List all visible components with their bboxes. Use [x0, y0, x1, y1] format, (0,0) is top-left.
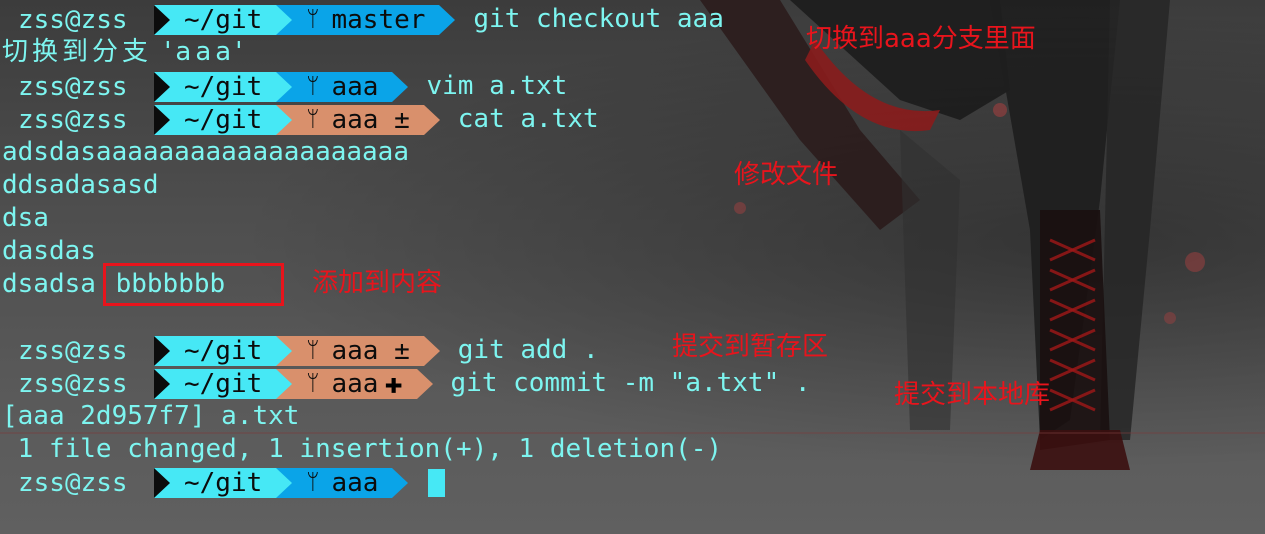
file-text: dsadsa [2, 269, 112, 299]
prompt-directory: ~/git [154, 368, 277, 399]
prompt-directory: ~/git [154, 71, 277, 102]
command-text: git checkout aaa [473, 4, 724, 34]
prompt-tail [423, 104, 440, 135]
prompt-line: zss@zss ~/git ᛘ aaa vim a.txt [2, 70, 567, 103]
file-text: ddsadasasd [2, 170, 159, 200]
prompt-user: zss@zss [18, 467, 128, 498]
prompt-line: zss@zss ~/git ᛘ aaa ✚ git commit -m "a.txt… [2, 367, 811, 400]
prompt-tail [392, 71, 409, 102]
command-text: git add . [457, 335, 599, 365]
annotation-switch-branch: 切换到aaa分支里面 [806, 24, 1036, 54]
prompt-user: zss@zss [18, 71, 128, 102]
prompt-user: zss@zss [18, 4, 128, 35]
git-branch-icon: ᛘ [306, 337, 320, 363]
added-content-highlight-box [103, 263, 284, 306]
command-text: vim a.txt [426, 71, 568, 101]
prompt-line: zss@zss ~/git ᛘ aaa ± git add . [2, 334, 599, 367]
prompt-directory: ~/git [154, 335, 277, 366]
prompt-tail [423, 335, 440, 366]
prompt-user: zss@zss [18, 335, 128, 366]
prompt-user: zss@zss [18, 104, 128, 135]
prompt-tail [439, 4, 456, 35]
annotation-commit-local: 提交到本地库 [894, 380, 1051, 410]
command-text: git commit -m "a.txt" . [450, 368, 811, 398]
output-text: 切换到分支 'aaa' [2, 37, 247, 67]
prompt-branch: ᛘ aaa [276, 71, 393, 102]
prompt-branch: ᛘ master [276, 4, 440, 35]
git-branch-icon: ᛘ [306, 106, 320, 132]
prompt-line: zss@zss ~/git ᛘ aaa ± cat a.txt [2, 103, 599, 136]
text-cursor[interactable] [428, 468, 446, 497]
file-text: dsa [2, 203, 49, 233]
prompt-branch: ᛘ aaa ± [276, 335, 424, 366]
terminal-window[interactable]: zss@zss ~/git ᛘ master git checkout aaa 切… [0, 0, 1265, 534]
prompt-directory: ~/git [154, 104, 277, 135]
file-content-line: adsdasaaaaaaaaaaaaaaaaaaaa [2, 136, 409, 169]
annotation-modify-file: 修改文件 [734, 160, 839, 190]
command-text: cat a.txt [457, 104, 599, 134]
git-branch-icon: ᛘ [306, 73, 320, 99]
prompt-line: zss@zss ~/git ᛘ master git checkout aaa [2, 3, 724, 36]
prompt-branch: ᛘ aaa ✚ [276, 365, 417, 401]
prompt-branch: ᛘ aaa [276, 467, 393, 498]
output-line: 切换到分支 'aaa' [2, 36, 246, 69]
staged-plus-icon: ✚ [384, 365, 403, 401]
file-text: adsdasaaaaaaaaaaaaaaaaaaaa [2, 137, 409, 167]
file-content-line: ddsadasasd [2, 169, 159, 202]
git-branch-icon: ᛘ [306, 469, 320, 495]
branch-name: aaa ± [331, 104, 410, 135]
prompt-tail [392, 467, 409, 498]
prompt-directory: ~/git [154, 467, 277, 498]
git-branch-icon: ᛘ [306, 6, 320, 32]
output-text: [aaa 2d957f7] a.txt [2, 401, 300, 431]
branch-name: aaa [331, 368, 379, 399]
branch-name: aaa [331, 467, 379, 498]
annotation-added-content: 添加到内容 [312, 268, 443, 298]
output-text: 1 file changed, 1 insertion(+), 1 deleti… [2, 434, 723, 464]
file-content-line: dsa [2, 202, 49, 235]
output-line: [aaa 2d957f7] a.txt [2, 400, 299, 433]
branch-name: aaa [331, 71, 379, 102]
prompt-line[interactable]: zss@zss ~/git ᛘ aaa [2, 466, 446, 499]
branch-name: master [331, 4, 426, 35]
output-line: 1 file changed, 1 insertion(+), 1 deleti… [2, 433, 722, 466]
prompt-user: zss@zss [18, 368, 128, 399]
file-content-line: dasdas [2, 235, 96, 268]
branch-name: aaa ± [331, 335, 410, 366]
prompt-tail [416, 368, 433, 399]
git-branch-icon: ᛘ [306, 370, 320, 396]
prompt-branch: ᛘ aaa ± [276, 104, 424, 135]
annotation-commit-staging: 提交到暂存区 [672, 332, 829, 362]
file-text: dasdas [2, 236, 96, 266]
prompt-directory: ~/git [154, 4, 277, 35]
